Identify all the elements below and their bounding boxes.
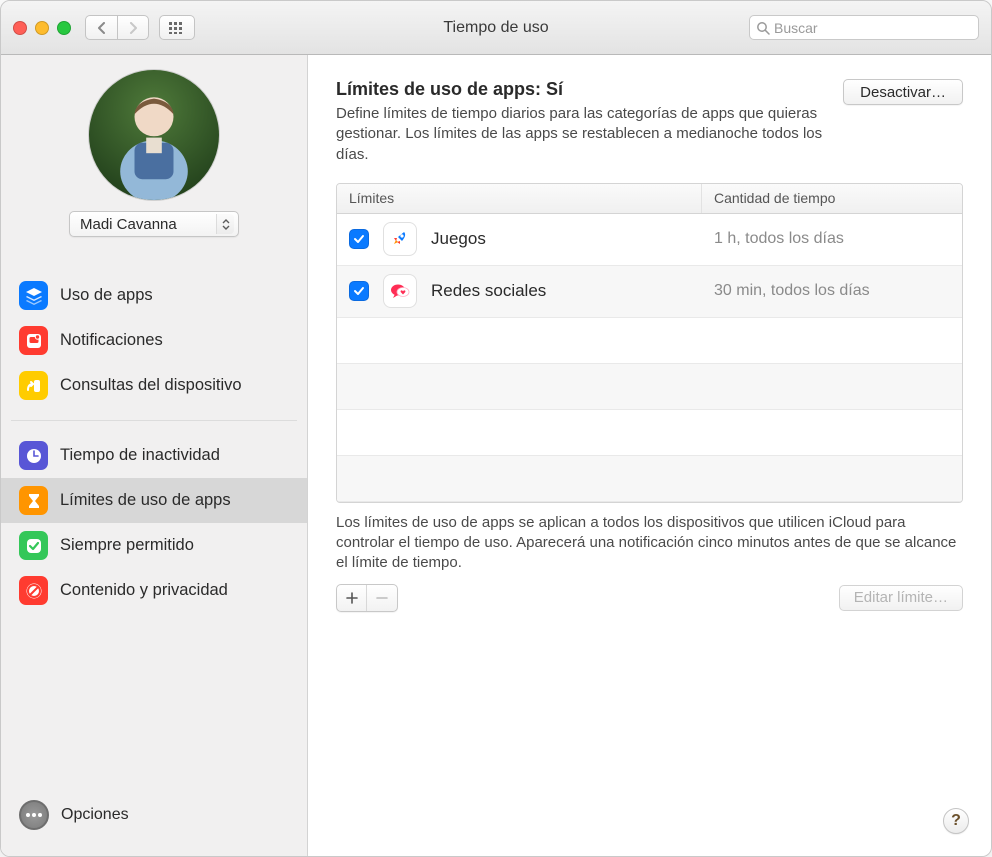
preferences-window: Tiempo de uso (0, 0, 992, 857)
check-shield-icon (19, 531, 48, 560)
zoom-window-button[interactable] (57, 21, 71, 35)
table-row[interactable]: Juegos 1 h, todos los días (337, 214, 962, 266)
sidebar-item-label: Tiempo de inactividad (60, 446, 220, 465)
sidebar-item-tiempo-inactividad[interactable]: Tiempo de inactividad (1, 433, 307, 478)
table-row (337, 364, 962, 410)
grid-icon (169, 22, 185, 34)
no-entry-icon (19, 576, 48, 605)
hourglass-icon (19, 486, 48, 515)
table-row (337, 456, 962, 502)
user-avatar (88, 69, 220, 201)
chevron-updown-icon (216, 214, 234, 234)
layers-icon (19, 281, 48, 310)
page-description: Define límites de tiempo diarios para la… (336, 104, 843, 165)
sidebar-nav: Uso de apps Notificaciones Consultas del d… (1, 267, 307, 619)
check-icon (353, 285, 365, 297)
help-button[interactable]: ? (943, 808, 969, 834)
sidebar-item-consultas-dispositivo[interactable]: Consultas del dispositivo (1, 363, 307, 408)
nav-buttons (85, 15, 149, 40)
table-header: Límites Cantidad de tiempo (337, 184, 962, 214)
sidebar-item-label: Notificaciones (60, 331, 163, 350)
minimize-window-button[interactable] (35, 21, 49, 35)
limit-time: 30 min, todos los días (702, 282, 962, 300)
sidebar-item-options[interactable]: Opciones (1, 800, 307, 856)
chat-heart-icon (383, 274, 417, 308)
window-body: Madi Cavanna Uso de apps Notificaciones Co… (1, 55, 991, 856)
table-row (337, 318, 962, 364)
deactivate-button[interactable]: Desactivar… (843, 79, 963, 105)
titlebar: Tiempo de uso (1, 1, 991, 55)
options-icon (19, 800, 49, 830)
options-label: Opciones (61, 806, 129, 824)
col-limits-header[interactable]: Límites (337, 184, 702, 213)
sidebar-item-label: Consultas del dispositivo (60, 376, 242, 395)
search-input[interactable] (774, 20, 972, 36)
add-remove-control (336, 584, 398, 612)
check-icon (353, 233, 365, 245)
remove-limit-button[interactable] (367, 585, 397, 611)
col-time-header[interactable]: Cantidad de tiempo (702, 184, 962, 213)
close-window-button[interactable] (13, 21, 27, 35)
search-field-wrap[interactable] (749, 15, 979, 40)
footnote: Los límites de uso de apps se aplican a … (336, 513, 963, 574)
page-title: Límites de uso de apps: Sí (336, 79, 843, 100)
limits-table: Límites Cantidad de tiempo Juegos 1 h, to… (336, 183, 963, 503)
sidebar-item-contenido-privacidad[interactable]: Contenido y privacidad (1, 568, 307, 613)
sidebar-item-label: Uso de apps (60, 286, 153, 305)
table-row (337, 410, 962, 456)
limit-checkbox[interactable] (349, 229, 369, 249)
help-icon: ? (951, 812, 961, 830)
limit-name: Juegos (431, 229, 486, 249)
divider (11, 420, 297, 421)
table-controls: Editar límite… (336, 584, 963, 612)
bell-square-icon (19, 326, 48, 355)
minus-icon (376, 592, 388, 604)
limit-time: 1 h, todos los días (702, 230, 962, 248)
user-select-value: Madi Cavanna (80, 216, 177, 233)
sidebar: Madi Cavanna Uso de apps Notificaciones Co… (1, 55, 308, 856)
user-select[interactable]: Madi Cavanna (69, 211, 239, 237)
limit-name: Redes sociales (431, 281, 546, 301)
sidebar-item-siempre-permitido[interactable]: Siempre permitido (1, 523, 307, 568)
limit-checkbox[interactable] (349, 281, 369, 301)
pickup-icon (19, 371, 48, 400)
avatar-image (89, 70, 219, 200)
sidebar-item-notificaciones[interactable]: Notificaciones (1, 318, 307, 363)
traffic-lights (13, 21, 71, 35)
sidebar-item-label: Límites de uso de apps (60, 491, 231, 510)
main-panel: Límites de uso de apps: Sí Define límite… (308, 55, 991, 856)
sidebar-item-limites-apps[interactable]: Límites de uso de apps (1, 478, 307, 523)
sidebar-item-label: Contenido y privacidad (60, 581, 228, 600)
search-icon (756, 21, 770, 35)
back-button[interactable] (85, 15, 117, 40)
edit-limit-button[interactable]: Editar límite… (839, 585, 963, 611)
show-all-prefs-button[interactable] (159, 15, 195, 40)
sidebar-item-label: Siempre permitido (60, 536, 194, 555)
moon-clock-icon (19, 441, 48, 470)
sidebar-item-uso-de-apps[interactable]: Uso de apps (1, 273, 307, 318)
plus-icon (346, 592, 358, 604)
rocket-icon (383, 222, 417, 256)
add-limit-button[interactable] (337, 585, 367, 611)
forward-button[interactable] (117, 15, 149, 40)
avatar-block: Madi Cavanna (1, 69, 307, 249)
table-row[interactable]: Redes sociales 30 min, todos los días (337, 266, 962, 318)
